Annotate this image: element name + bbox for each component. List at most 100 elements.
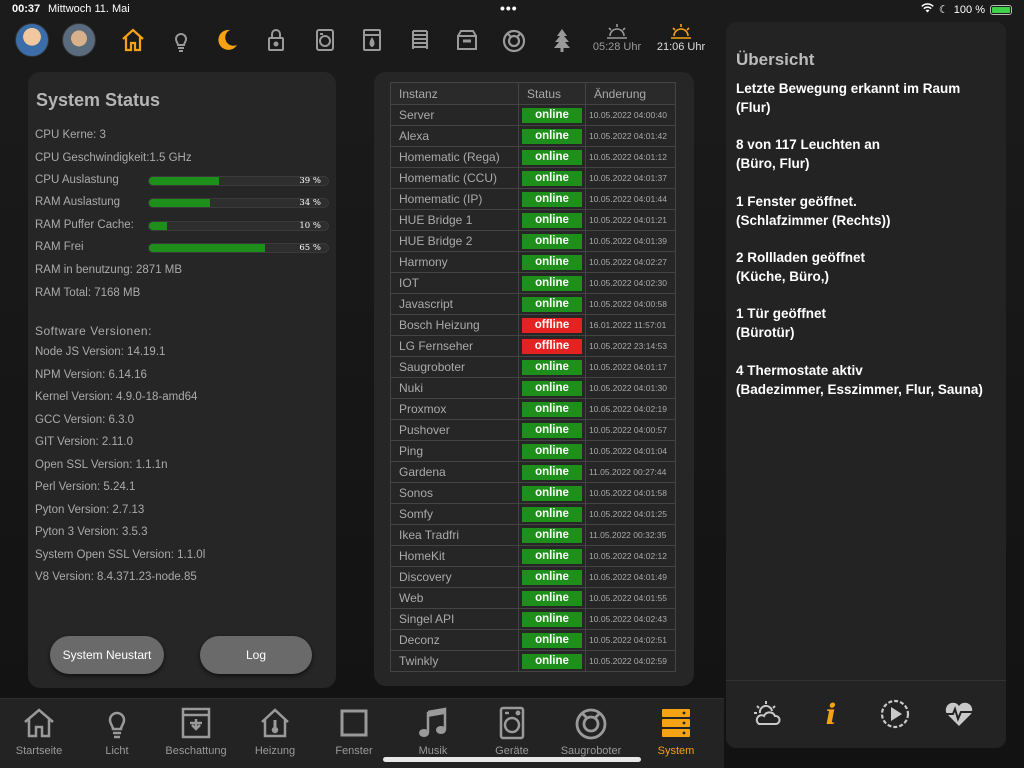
bulb-icon[interactable] <box>167 26 195 54</box>
instance-name: Sonos <box>390 482 519 504</box>
cpu-speed: CPU Geschwindigkeit:1.5 GHz <box>35 152 192 164</box>
status-badge: online <box>522 506 582 522</box>
overview-panel: Übersicht Letzte Bewegung erkannt im Rau… <box>726 22 1006 748</box>
status-cell: online <box>518 230 586 252</box>
changed-timestamp: 10.05.2022 04:01:21 <box>585 209 676 231</box>
status-badge: online <box>522 128 582 144</box>
screen: 00:37 Mittwoch 11. Mai ••• ☾ 100 % 05:28… <box>0 0 1024 768</box>
radiator-icon[interactable] <box>406 26 434 54</box>
table-row: Ping online 10.05.2022 04:01:04 <box>390 440 676 462</box>
avatar[interactable] <box>15 23 49 57</box>
overview-item-detail: (Bürotür) <box>736 325 795 341</box>
nav-system[interactable]: System <box>637 705 715 757</box>
table-row: IOT online 10.05.2022 04:02:30 <box>390 272 676 294</box>
status-badge: online <box>522 233 582 249</box>
instance-name: Bosch Heizung <box>390 314 519 336</box>
status-badge: online <box>522 653 582 669</box>
table-row: Harmony online 10.05.2022 04:02:27 <box>390 251 676 273</box>
moon-icon[interactable] <box>213 26 241 54</box>
system-restart-button[interactable]: System Neustart <box>50 636 164 674</box>
version-item: NPM Version: 6.14.16 <box>35 368 147 381</box>
status-cell: online <box>518 524 586 546</box>
overview-item-title: 1 Fenster geöffnet. <box>736 193 857 209</box>
robot-vacuum-icon[interactable] <box>500 26 528 54</box>
home-indicator[interactable] <box>383 757 641 762</box>
nav-heizung[interactable]: Heizung <box>236 705 314 757</box>
window-icon <box>336 705 372 741</box>
changed-timestamp: 10.05.2022 04:00:58 <box>585 293 676 315</box>
nav-beschattung[interactable]: Beschattung <box>157 705 235 757</box>
overview-item-detail: (Badezimmer, Esszimmer, Flur, Sauna) <box>736 381 983 397</box>
overview-item: 1 Tür geöffnet (Bürotür) <box>736 304 998 342</box>
version-item: GCC Version: 6.3.0 <box>35 413 135 426</box>
status-cell: online <box>518 377 586 399</box>
instance-name: LG Fernseher <box>390 335 519 357</box>
heartbeat-icon[interactable] <box>942 697 976 731</box>
instance-name: HomeKit <box>390 545 519 567</box>
overview-item: 8 von 117 Leuchten an (Büro, Flur) <box>736 135 998 173</box>
weather-icon[interactable] <box>750 697 784 731</box>
nav-startseite[interactable]: Startseite <box>0 705 78 757</box>
wifi-icon <box>921 3 934 16</box>
status-badge: online <box>522 380 582 396</box>
status-badge: online <box>522 590 582 606</box>
status-badge: online <box>522 254 582 270</box>
nav-geraete[interactable]: Geräte <box>473 705 551 757</box>
instance-name: Deconz <box>390 629 519 651</box>
status-cell: online <box>518 272 586 294</box>
info-icon[interactable]: i <box>814 697 848 731</box>
nav-licht[interactable]: Licht <box>78 705 156 757</box>
log-button[interactable]: Log <box>200 636 312 674</box>
nav-label: Saugroboter <box>560 745 622 757</box>
changed-timestamp: 16.01.2022 11:57:01 <box>585 314 676 336</box>
nav-label: Musik <box>418 745 448 757</box>
table-row: Homematic (CCU) online 10.05.2022 04:01:37 <box>390 167 676 189</box>
status-right: ☾ 100 % <box>921 3 1012 16</box>
overview-item-detail: (Flur) <box>736 100 771 115</box>
changed-timestamp: 10.05.2022 04:01:37 <box>585 167 676 189</box>
column-header-changed: Änderung <box>585 82 676 105</box>
table-row: Alexa online 10.05.2022 04:01:42 <box>390 125 676 147</box>
washer-icon[interactable] <box>311 26 339 54</box>
battery-icon <box>990 4 1012 15</box>
system-status-panel: System Status CPU Kerne: 3 CPU Geschwind… <box>28 72 336 688</box>
changed-timestamp: 10.05.2022 04:01:42 <box>585 125 676 147</box>
version-item: Perl Version: 5.24.1 <box>35 481 136 493</box>
bulb-icon <box>99 705 135 741</box>
nav-fenster[interactable]: Fenster <box>315 705 393 757</box>
status-badge: online <box>522 632 582 648</box>
dryer-icon[interactable] <box>358 26 386 54</box>
sunset-icon <box>671 24 691 39</box>
multitask-dots-icon[interactable]: ••• <box>500 0 518 16</box>
version-item: Pyton Version: 2.7.13 <box>35 503 145 516</box>
version-item: Kernel Version: 4.9.0-18-amd64 <box>35 391 198 403</box>
changed-timestamp: 10.05.2022 04:02:27 <box>585 251 676 273</box>
instance-name: Saugroboter <box>390 356 519 378</box>
status-cell: online <box>518 461 586 483</box>
play-history-icon[interactable] <box>878 697 912 731</box>
table-row: Gardena online 11.05.2022 00:27:44 <box>390 461 676 483</box>
overview-title: Übersicht <box>736 50 815 69</box>
mailbox-icon[interactable] <box>453 26 481 54</box>
lock-icon[interactable] <box>262 26 290 54</box>
instance-name: HUE Bridge 1 <box>390 209 519 231</box>
sunset-label: 21:06 Uhr <box>656 41 706 53</box>
table-header-row: Instanz Status Änderung <box>390 82 676 105</box>
instances-panel: Instanz Status Änderung Server online 10.0… <box>374 72 694 686</box>
avatar[interactable] <box>62 23 96 57</box>
overview-item-title: 2 Rollladen geöffnet <box>736 249 866 265</box>
instance-name: HUE Bridge 2 <box>390 230 519 252</box>
home-icon[interactable] <box>119 26 147 54</box>
status-cell: online <box>518 545 586 567</box>
status-cell: online <box>518 419 586 441</box>
ram-usage-bar: 34 % <box>148 198 329 208</box>
changed-timestamp: 10.05.2022 04:02:30 <box>585 272 676 294</box>
table-row: Javascript online 10.05.2022 04:00:58 <box>390 293 676 315</box>
version-item: GIT Version: 2.11.0 <box>35 436 134 448</box>
tree-icon[interactable] <box>548 26 576 54</box>
nav-saugroboter[interactable]: Saugroboter <box>552 705 630 757</box>
table-row: Pushover online 10.05.2022 04:00:57 <box>390 419 676 441</box>
sunrise-label: 05:28 Uhr <box>592 41 642 53</box>
nav-musik[interactable]: Musik <box>394 705 472 757</box>
status-badge: online <box>522 191 582 207</box>
